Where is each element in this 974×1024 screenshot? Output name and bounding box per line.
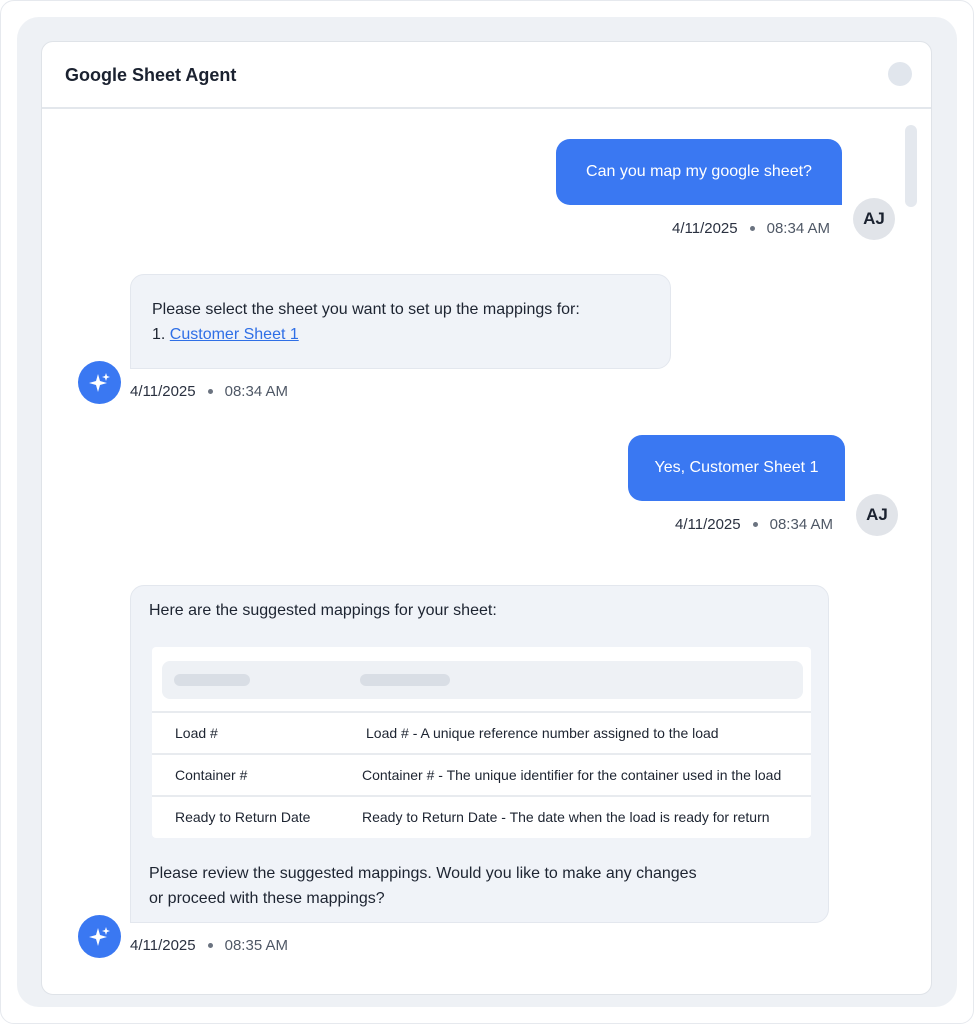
message-outro: or proceed with these mappings?	[149, 890, 385, 907]
chat-header: Google Sheet Agent	[42, 42, 931, 109]
header-status-dot[interactable]	[888, 62, 912, 86]
sheet-option: 1. Customer Sheet 1	[152, 326, 299, 344]
field-description: Ready to Return Date - The date when the…	[362, 809, 770, 825]
mapping-table: Load # Load # - A unique reference numbe…	[152, 647, 811, 838]
separator-dot	[752, 522, 758, 527]
sparkle-icon	[88, 372, 110, 392]
header-placeholder	[174, 674, 250, 686]
message-meta: 4/11/2025 08:34 AM	[130, 383, 288, 400]
message-text: Please select the sheet you want to set …	[152, 301, 580, 318]
customer-sheet-link[interactable]: Customer Sheet 1	[170, 326, 299, 343]
chat-window: Google Sheet Agent Can you map my google…	[41, 41, 932, 995]
message-text: Yes, Customer Sheet 1	[654, 459, 819, 476]
user-message-bubble: Can you map my google sheet?	[556, 139, 842, 205]
message-meta: 4/11/2025 08:34 AM	[675, 516, 833, 533]
message-date: 4/11/2025	[130, 383, 196, 400]
message-date: 4/11/2025	[675, 516, 741, 533]
scrollbar-thumb[interactable]	[905, 125, 917, 207]
message-text: Can you map my google sheet?	[586, 163, 812, 180]
field-name: Load #	[175, 725, 218, 741]
agent-message-bubble: Please select the sheet you want to set …	[130, 274, 671, 369]
message-time: 08:34 AM	[769, 516, 834, 533]
avatar-initials: AJ	[863, 209, 885, 228]
field-description: Container # - The unique identifier for …	[362, 767, 782, 783]
field-name: Container #	[175, 767, 248, 783]
agent-message-bubble: Here are the suggested mappings for your…	[130, 585, 829, 923]
message-outro: Please review the suggested mappings. Wo…	[149, 865, 697, 882]
separator-dot	[749, 226, 755, 231]
separator-dot	[207, 943, 213, 948]
message-meta: 4/11/2025 08:35 AM	[130, 937, 288, 954]
message-time: 08:35 AM	[224, 937, 289, 954]
message-meta: 4/11/2025 08:34 AM	[672, 220, 830, 237]
avatar: AJ	[856, 494, 898, 536]
message-date: 4/11/2025	[130, 937, 196, 954]
field-name: Ready to Return Date	[175, 809, 311, 825]
message-date: 4/11/2025	[672, 220, 738, 237]
avatar: AJ	[853, 198, 895, 240]
sparkle-icon	[88, 926, 110, 946]
agent-avatar	[78, 915, 121, 958]
message-time: 08:34 AM	[224, 383, 289, 400]
table-header	[162, 661, 803, 699]
message-time: 08:34 AM	[766, 220, 831, 237]
table-row: Container # Container # - The unique ide…	[152, 753, 811, 798]
avatar-initials: AJ	[866, 505, 888, 524]
field-description: Load # - A unique reference number assig…	[366, 725, 719, 741]
agent-avatar	[78, 361, 121, 404]
header-placeholder	[360, 674, 450, 686]
list-number: 1.	[152, 326, 166, 343]
user-message-bubble: Yes, Customer Sheet 1	[628, 435, 845, 501]
message-intro: Here are the suggested mappings for your…	[149, 602, 497, 619]
separator-dot	[207, 389, 213, 394]
table-row: Load # Load # - A unique reference numbe…	[152, 711, 811, 756]
table-row: Ready to Return Date Ready to Return Dat…	[152, 795, 811, 840]
page-title: Google Sheet Agent	[65, 65, 237, 85]
